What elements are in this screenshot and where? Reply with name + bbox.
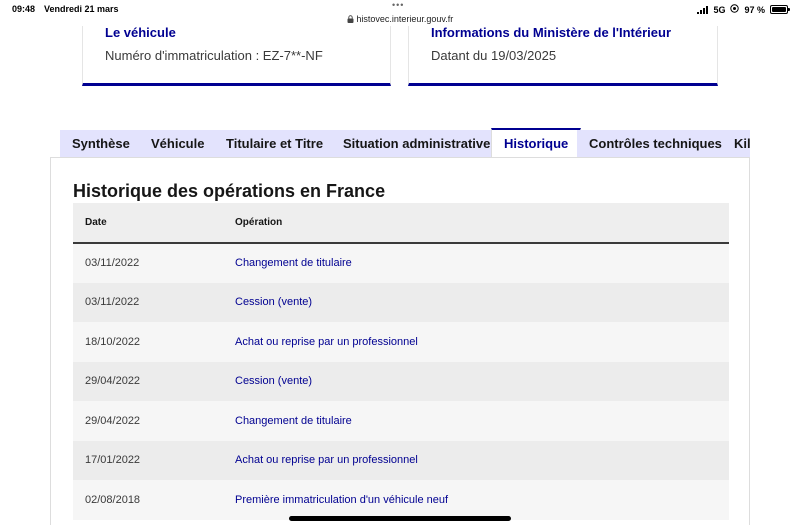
ministry-info-card-title: Informations du Ministère de l'Intérieur: [431, 25, 672, 40]
column-header-date: Date: [73, 203, 235, 244]
table-row: 29/04/2022 Cession (vente): [73, 361, 729, 401]
row-date: 03/11/2022: [73, 282, 235, 322]
row-operation: Changement de titulaire: [235, 401, 729, 441]
table-row: 03/11/2022 Cession (vente): [73, 282, 729, 322]
status-bar: 09:48 Vendredi 21 mars ••• histovec.inte…: [0, 0, 800, 26]
table-row: 02/08/2018 Première immatriculation d'un…: [73, 480, 729, 520]
tab-bar: Synthèse Véhicule Titulaire et Titre Sit…: [60, 128, 750, 158]
row-date: 02/08/2018: [73, 480, 235, 520]
row-date: 03/11/2022: [73, 243, 235, 283]
tab-titulaire-et-titre[interactable]: Titulaire et Titre: [214, 130, 336, 158]
network-type: 5G: [713, 4, 726, 15]
multitasking-dots-icon[interactable]: •••: [392, 0, 404, 10]
status-indicators: 5G 97 %: [697, 4, 790, 15]
ministry-info-card: Informations du Ministère de l'Intérieur…: [408, 25, 718, 86]
row-operation: Achat ou reprise par un professionnel: [235, 440, 729, 480]
table-header-row: Date Opération: [73, 203, 729, 244]
cellular-signal-icon: [697, 5, 709, 14]
row-operation: Changement de titulaire: [235, 243, 729, 283]
clock: 09:48: [12, 4, 36, 14]
battery-icon: [770, 5, 790, 14]
tab-historique[interactable]: Historique: [491, 128, 582, 158]
date: Vendredi 21 mars: [44, 4, 119, 14]
table-row: 18/10/2022 Achat ou reprise par un profe…: [73, 322, 729, 362]
tab-vehicule[interactable]: Véhicule: [139, 130, 217, 158]
row-date: 29/04/2022: [73, 361, 235, 401]
battery-percentage: 97 %: [744, 4, 765, 15]
lock-icon: [347, 14, 357, 24]
row-operation: Achat ou reprise par un professionnel: [235, 322, 729, 362]
table-row: 29/04/2022 Changement de titulaire: [73, 401, 729, 441]
tab-situation-administrative[interactable]: Situation administrative: [331, 130, 503, 158]
home-indicator[interactable]: [289, 516, 511, 521]
registration-number: Numéro d'immatriculation : EZ-7**-NF: [105, 48, 323, 63]
history-panel: Historique des opérations en France Date…: [50, 157, 750, 525]
row-operation: Cession (vente): [235, 282, 729, 322]
tab-kilometrage[interactable]: Kilométrage: [722, 130, 750, 158]
row-date: 29/04/2022: [73, 401, 235, 441]
vehicle-card: Le véhicule Numéro d'immatriculation : E…: [82, 25, 391, 86]
row-date: 18/10/2022: [73, 322, 235, 362]
section-title: Historique des opérations en France: [73, 181, 386, 201]
address-bar[interactable]: histovec.interieur.gouv.fr: [0, 14, 800, 24]
tab-controles-techniques[interactable]: Contrôles techniques: [577, 130, 734, 158]
url-text: histovec.interieur.gouv.fr: [356, 14, 454, 24]
row-operation: Première immatriculation d'un véhicule n…: [235, 480, 729, 520]
row-operation: Cession (vente): [235, 361, 729, 401]
row-date: 17/01/2022: [73, 440, 235, 480]
column-header-operation: Opération: [235, 203, 729, 244]
tab-synthese[interactable]: Synthèse: [60, 130, 142, 158]
table-row: 03/11/2022 Changement de titulaire: [73, 243, 729, 283]
table-row: 17/01/2022 Achat ou reprise par un profe…: [73, 440, 729, 480]
history-table: Date Opération 03/11/2022 Changement de …: [73, 203, 729, 520]
vehicle-card-title: Le véhicule: [105, 25, 176, 40]
data-date: Datant du 19/03/2025: [431, 48, 557, 63]
location-icon: [730, 4, 740, 15]
